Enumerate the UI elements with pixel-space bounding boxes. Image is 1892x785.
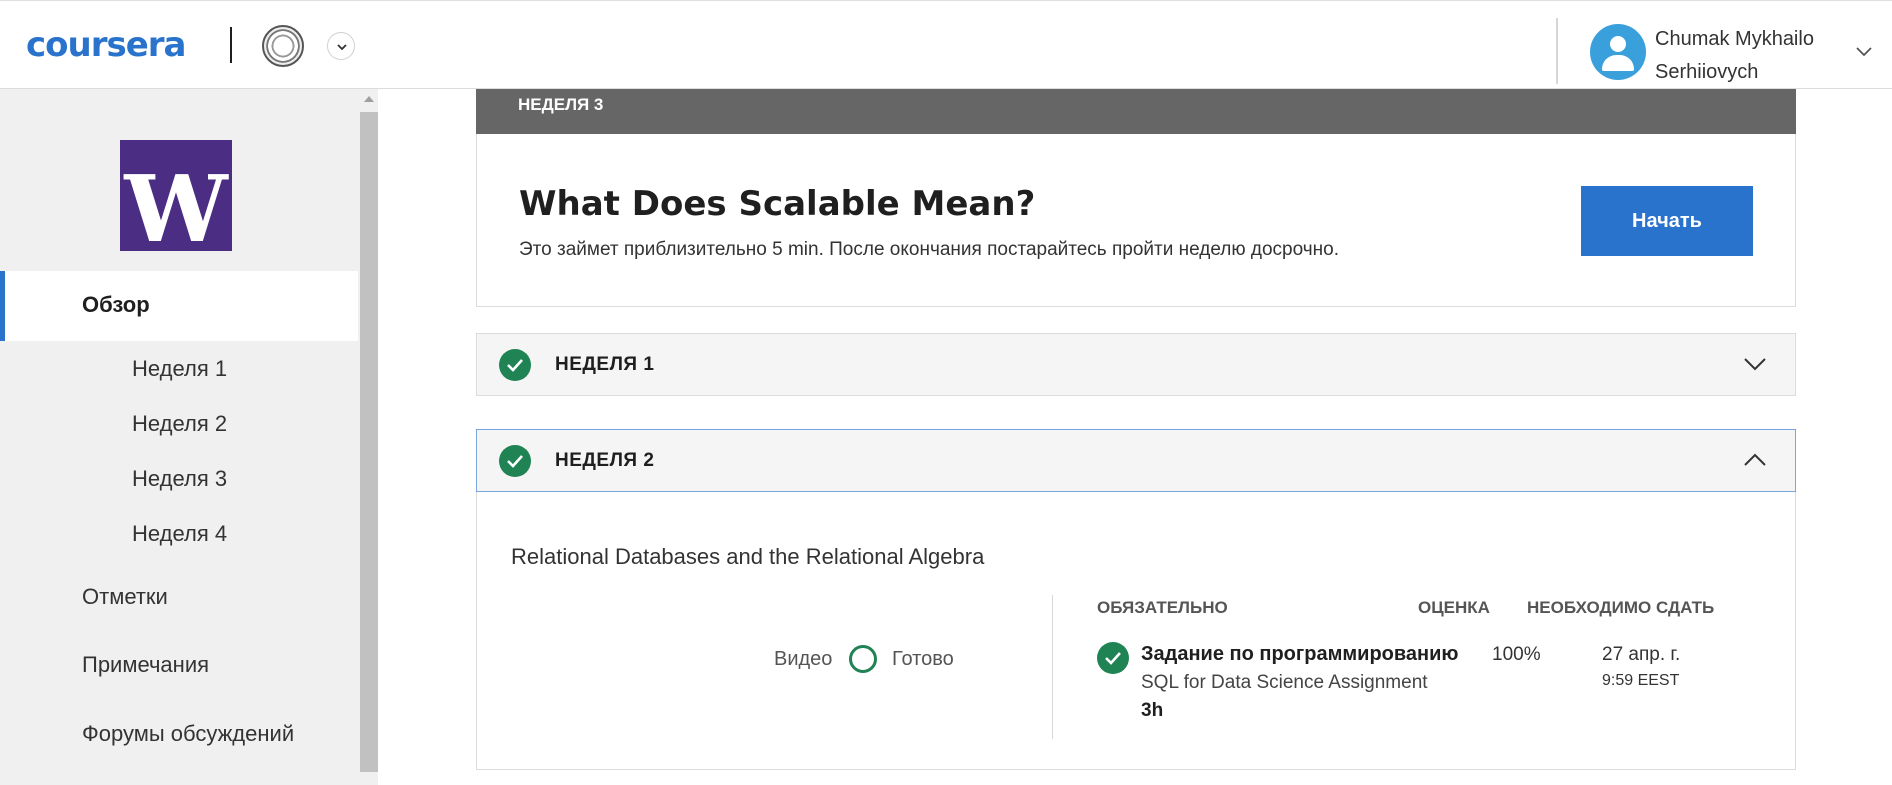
chevron-down-icon[interactable] [1743, 356, 1767, 377]
user-divider [1556, 18, 1558, 84]
week-1-accordion[interactable]: НЕДЕЛЯ 1 [476, 333, 1796, 396]
task-due-date: 27 апр. г. [1602, 644, 1681, 665]
module-title[interactable]: Relational Databases and the Relational … [511, 544, 984, 570]
current-week-label: НЕДЕЛЯ 3 [518, 95, 604, 114]
university-dropdown-button[interactable] [327, 32, 355, 60]
sidebar-item-week-3[interactable]: Неделя 3 [132, 466, 227, 492]
sidebar-item-notes[interactable]: Примечания [82, 652, 209, 678]
next-item-title: What Does Scalable Mean? [519, 184, 1036, 224]
top-header: coursera Chumak Mykhailo Serhiiovych [0, 0, 1892, 89]
logo-divider [230, 27, 232, 63]
task-grade: 100% [1492, 644, 1541, 665]
completed-check-icon [499, 349, 531, 381]
sidebar-item-grades[interactable]: Отметки [82, 584, 168, 610]
grade-column-header: ОЦЕНКА [1418, 598, 1490, 617]
course-logo[interactable]: W [120, 140, 232, 251]
scroll-up-arrow-icon[interactable] [364, 96, 374, 102]
task-completed-check-icon [1097, 642, 1129, 674]
sidebar-active-highlight [0, 271, 358, 341]
done-label: Готово [892, 648, 954, 670]
week-2-accordion[interactable]: НЕДЕЛЯ 2 [476, 429, 1796, 492]
sidebar-item-week-2[interactable]: Неделя 2 [132, 411, 227, 437]
required-column-header: ОБЯЗАТЕЛЬНО [1097, 598, 1228, 617]
current-week-banner: НЕДЕЛЯ 3 [476, 89, 1796, 134]
completed-check-icon [499, 445, 531, 477]
sidebar-item-week-4[interactable]: Неделя 4 [132, 521, 227, 547]
start-button[interactable]: Начать [1581, 186, 1753, 256]
column-divider [1052, 595, 1053, 739]
coursera-logo[interactable]: coursera [26, 25, 186, 65]
chevron-down-icon [337, 44, 347, 51]
task-name[interactable]: SQL for Data Science Assignment [1141, 672, 1428, 694]
university-seal-icon[interactable] [262, 25, 304, 67]
progress-ring-icon [849, 645, 877, 673]
user-name[interactable]: Chumak Mykhailo Serhiiovych [1655, 23, 1855, 89]
week-2-content: Relational Databases and the Relational … [476, 492, 1796, 770]
due-column-header: НЕОБХОДИМО СДАТЬ [1527, 598, 1715, 617]
user-avatar-icon[interactable] [1590, 24, 1646, 80]
sidebar-scrollbar[interactable] [360, 92, 378, 772]
week-1-label: НЕДЕЛЯ 1 [555, 354, 655, 375]
sidebar-item-forums[interactable]: Форумы обсуждений [82, 721, 294, 747]
chevron-up-icon[interactable] [1743, 452, 1767, 473]
next-item-card: What Does Scalable Mean? Это займет приб… [476, 134, 1796, 307]
sidebar-item-overview[interactable]: Обзор [82, 292, 150, 318]
next-item-description: Это займет приблизительно 5 min. После о… [519, 239, 1340, 260]
task-due-time: 9:59 EEST [1602, 672, 1680, 689]
week-2-label: НЕДЕЛЯ 2 [555, 450, 655, 471]
task-type[interactable]: Задание по программированию [1141, 643, 1459, 666]
sidebar-item-week-1[interactable]: Неделя 1 [132, 356, 227, 382]
task-duration: 3h [1141, 700, 1164, 721]
user-menu-chevron-icon[interactable] [1855, 45, 1873, 63]
video-label: Видео [774, 648, 833, 670]
scrollbar-thumb[interactable] [360, 112, 378, 772]
